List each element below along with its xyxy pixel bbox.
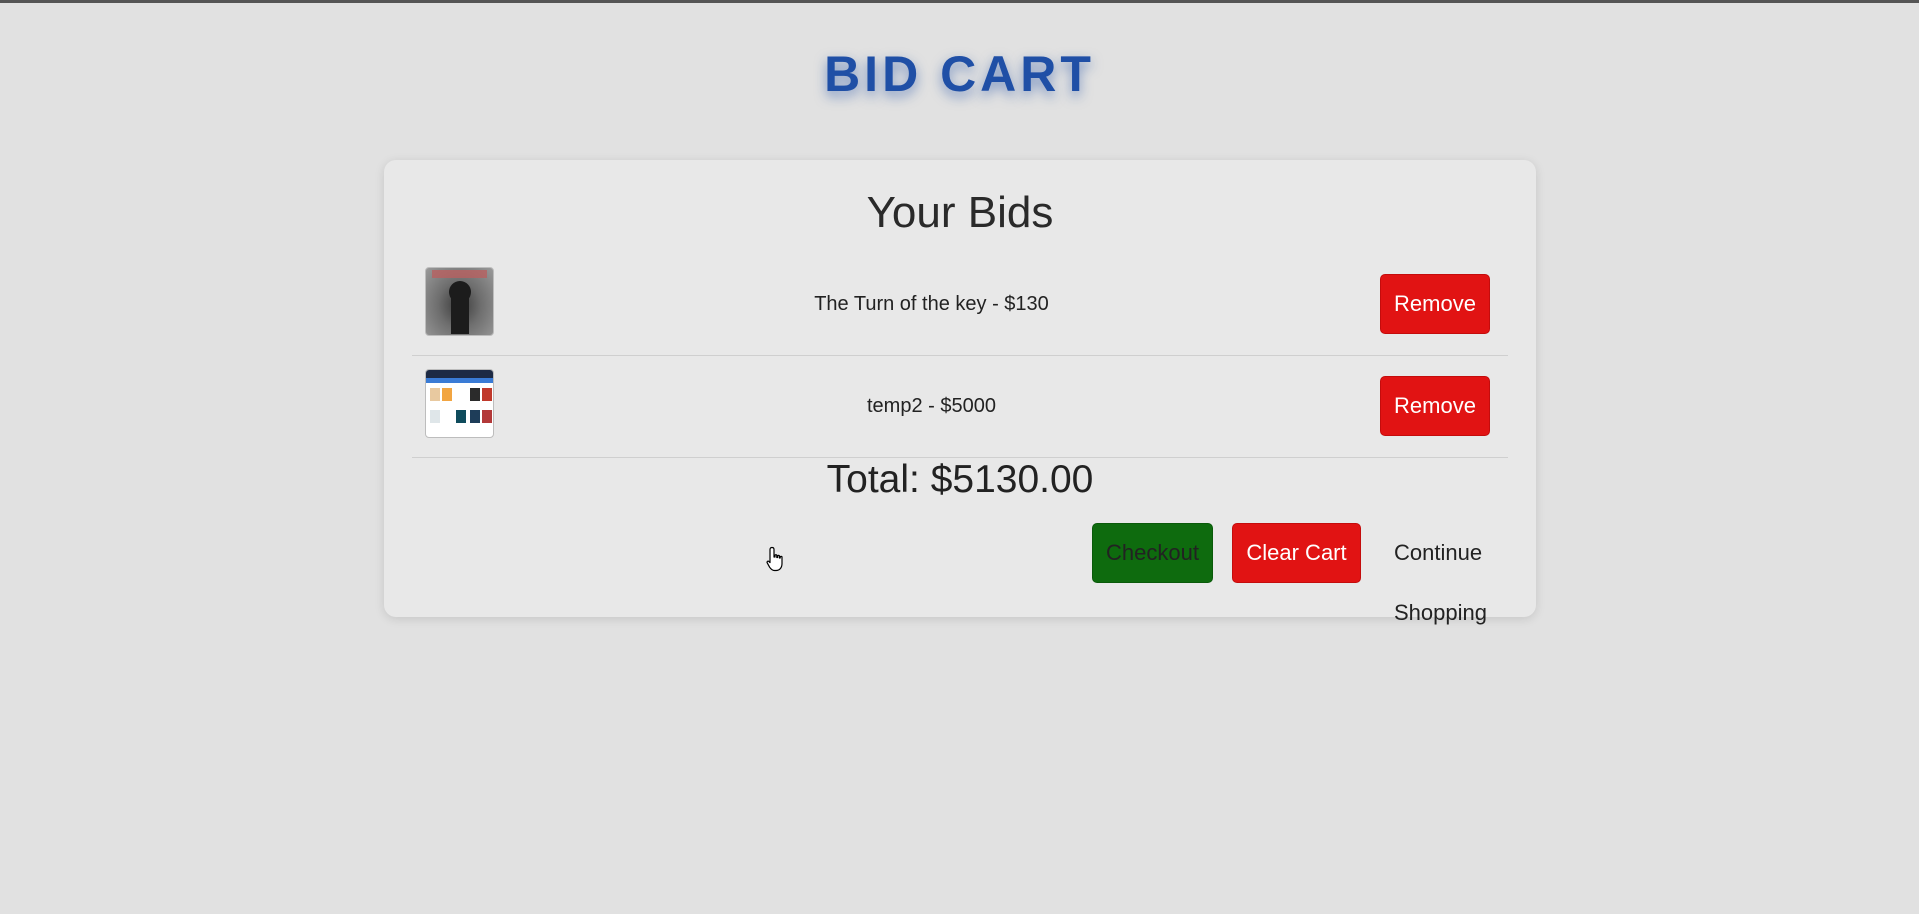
hand-pointer-icon xyxy=(766,546,783,572)
cart-actions: Checkout Clear Cart Continue Shopping xyxy=(384,523,1536,625)
continue-shopping-link[interactable]: Continue Shopping xyxy=(1394,523,1536,625)
bid-item-row: The Turn of the key - $130 Remove xyxy=(412,254,1508,356)
page-title: BID CART xyxy=(824,46,1095,102)
checkout-button[interactable]: Checkout xyxy=(1092,523,1213,583)
bid-item-label: temp2 - $5000 xyxy=(867,395,996,417)
bids-heading: Your Bids xyxy=(866,188,1054,237)
cart-total: Total: $5130.00 xyxy=(826,458,1094,501)
bid-item-label: The Turn of the key - $130 xyxy=(814,293,1049,315)
remove-button[interactable]: Remove xyxy=(1380,274,1490,334)
bid-cart-card: Your Bids The Turn of the key - $130 Rem… xyxy=(384,160,1536,625)
bid-item-row: temp2 - $5000 Remove xyxy=(412,356,1508,458)
remove-button[interactable]: Remove xyxy=(1380,376,1490,436)
clear-cart-button[interactable]: Clear Cart xyxy=(1232,523,1361,583)
